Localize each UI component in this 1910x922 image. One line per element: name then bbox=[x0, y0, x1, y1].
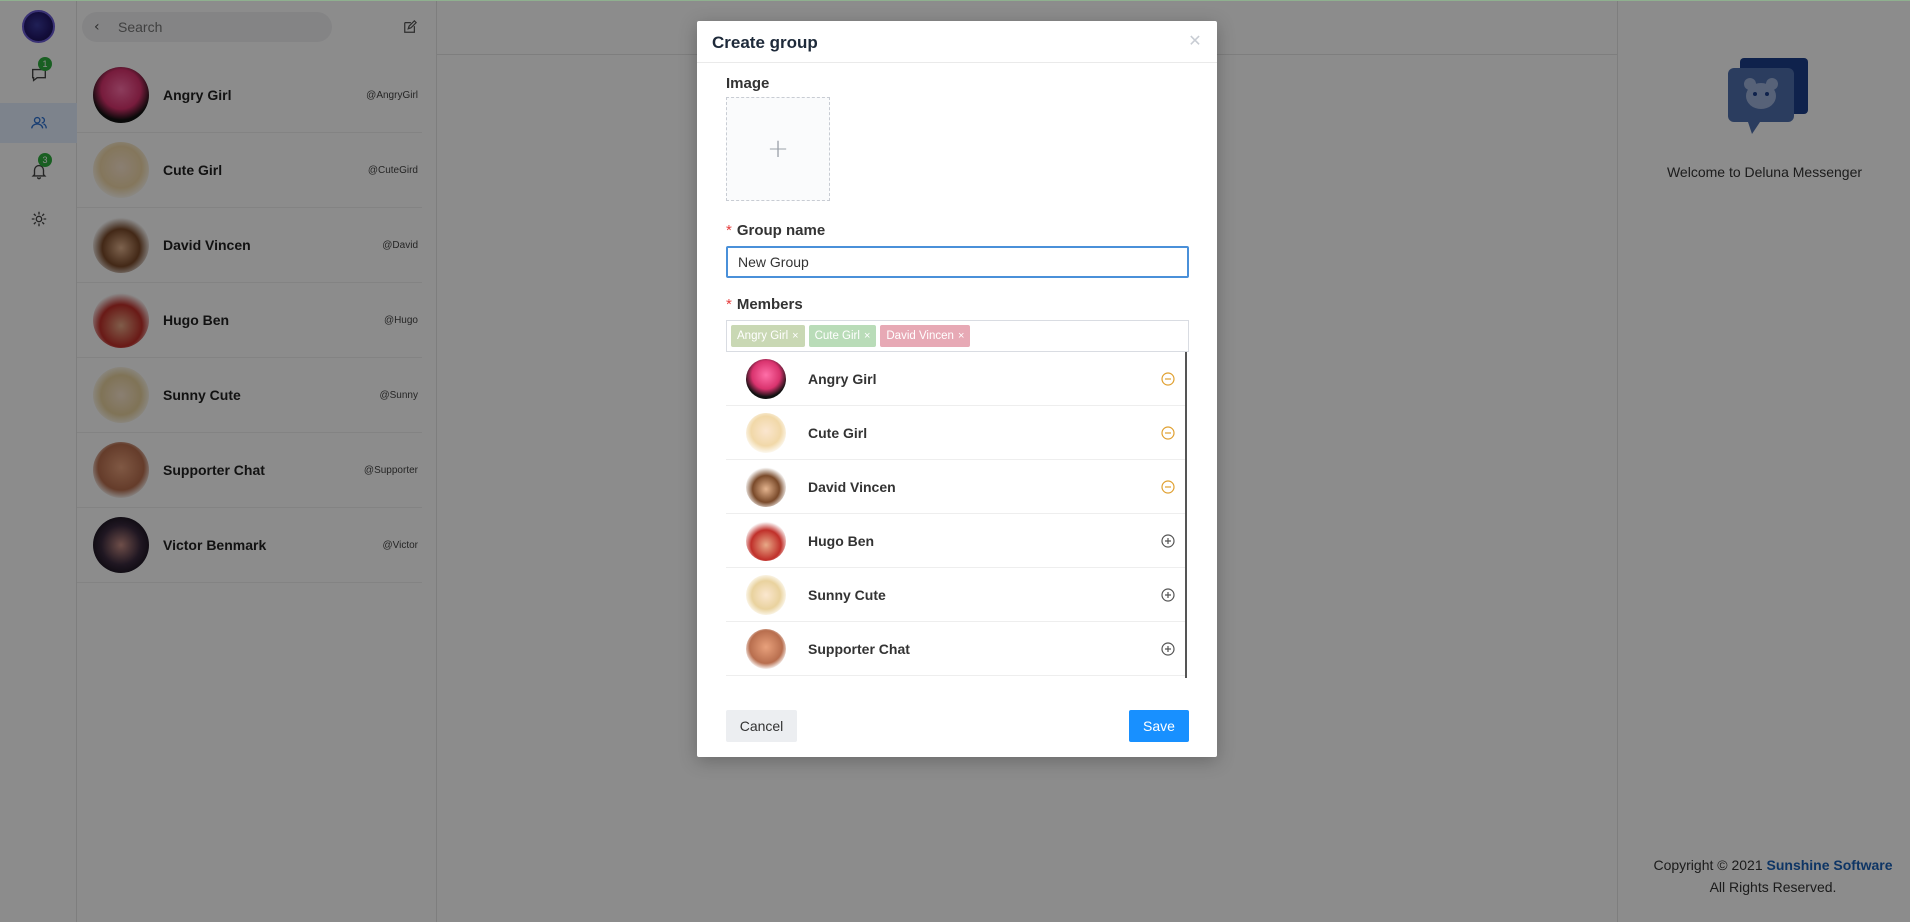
member-chip-label: Angry Girl bbox=[737, 330, 789, 342]
member-chip: Angry Girl × bbox=[731, 325, 805, 347]
members-label-text: Members bbox=[736, 296, 803, 313]
add-member-icon[interactable] bbox=[1161, 641, 1175, 656]
member-name: Sunny Cute bbox=[808, 586, 886, 603]
remove-chip-icon[interactable]: × bbox=[792, 325, 798, 347]
avatar bbox=[746, 358, 786, 399]
required-marker: * bbox=[726, 222, 732, 239]
cancel-button[interactable]: Cancel bbox=[726, 710, 797, 742]
member-row[interactable]: Supporter Chat bbox=[726, 622, 1185, 676]
members-select[interactable]: Angry Girl × Cute Girl × David Vincen × bbox=[726, 320, 1189, 352]
avatar bbox=[746, 466, 786, 507]
avatar bbox=[746, 412, 786, 453]
member-name: Angry Girl bbox=[808, 370, 877, 387]
member-chip: David Vincen × bbox=[880, 325, 971, 347]
member-row[interactable]: Angry Girl bbox=[726, 352, 1185, 406]
member-name: David Vincen bbox=[808, 478, 896, 495]
image-label: Image bbox=[726, 75, 770, 92]
plus-icon: + bbox=[767, 134, 789, 164]
remove-chip-icon[interactable]: × bbox=[958, 325, 964, 347]
members-label: * Members bbox=[726, 296, 803, 313]
dialog-header: Create group ✕ bbox=[697, 21, 1217, 63]
member-row[interactable]: Sunny Cute bbox=[726, 568, 1185, 622]
avatar bbox=[746, 628, 786, 669]
image-upload[interactable]: + bbox=[726, 97, 830, 201]
save-button[interactable]: Save bbox=[1129, 710, 1189, 742]
member-name: Supporter Chat bbox=[808, 640, 910, 657]
remove-member-icon[interactable] bbox=[1161, 425, 1175, 440]
group-name-label: * Group name bbox=[726, 222, 825, 239]
close-icon[interactable]: ✕ bbox=[1187, 33, 1203, 49]
member-row[interactable]: Hugo Ben bbox=[726, 514, 1185, 568]
member-row[interactable]: Cute Girl bbox=[726, 406, 1185, 460]
dialog-title: Create group bbox=[712, 33, 818, 52]
avatar bbox=[746, 520, 786, 561]
member-name: Cute Girl bbox=[808, 424, 868, 441]
create-group-dialog: Create group ✕ Image + *Group name *Memb… bbox=[697, 21, 1217, 757]
member-chip-label: David Vincen bbox=[886, 330, 954, 342]
group-name-label-text: Group name bbox=[736, 222, 826, 239]
add-member-icon[interactable] bbox=[1161, 587, 1175, 602]
top-border bbox=[0, 0, 1910, 1]
remove-chip-icon[interactable]: × bbox=[864, 325, 870, 347]
member-name: Hugo Ben bbox=[808, 532, 875, 549]
member-list[interactable]: Angry Girl Cute Girl David Vincen Hugo B… bbox=[726, 352, 1187, 678]
required-marker: * bbox=[726, 296, 732, 313]
member-row[interactable]: David Vincen bbox=[726, 460, 1185, 514]
add-member-icon[interactable] bbox=[1161, 533, 1175, 548]
member-chip-label: Cute Girl bbox=[814, 330, 860, 342]
member-chip: Cute Girl × bbox=[808, 325, 877, 347]
remove-member-icon[interactable] bbox=[1161, 479, 1175, 494]
group-name-input[interactable] bbox=[726, 246, 1189, 278]
avatar bbox=[746, 574, 786, 615]
remove-member-icon[interactable] bbox=[1161, 371, 1175, 386]
